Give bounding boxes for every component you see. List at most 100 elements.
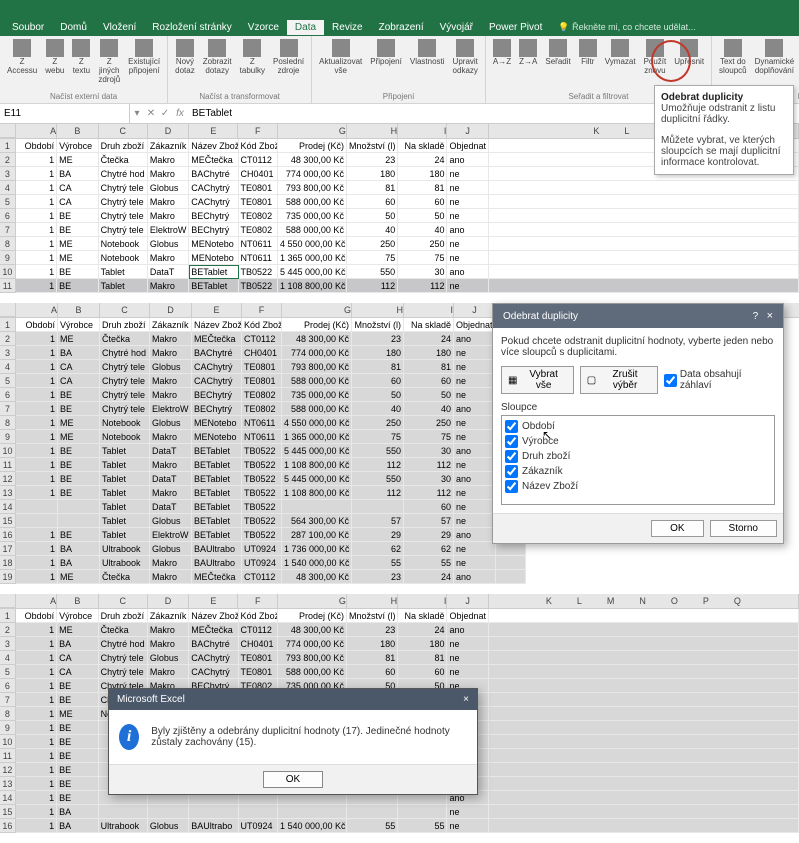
data-cell[interactable]: TE0801 — [242, 360, 282, 374]
data-cell[interactable]: ne — [454, 416, 496, 430]
dialog-close-icon[interactable]: × — [767, 310, 773, 322]
data-cell[interactable]: 1 — [16, 444, 58, 458]
header-cell[interactable]: Objednat — [447, 139, 488, 153]
data-cell[interactable]: 60 — [398, 195, 447, 209]
cancel-icon[interactable]: ✕ — [144, 108, 158, 119]
ribbon-btn-z-tabulky[interactable]: Z tabulky — [237, 38, 268, 77]
ribbon-btn-p-ipojen-[interactable]: Připojení — [367, 38, 405, 77]
data-cell[interactable]: Notebook — [100, 430, 150, 444]
data-cell[interactable]: Chytrý tele — [100, 402, 150, 416]
data-cell[interactable]: BE — [57, 763, 98, 777]
data-cell[interactable]: 735 000,00 Kč — [282, 388, 352, 402]
data-cell[interactable]: ne — [447, 651, 488, 665]
data-cell[interactable]: BE — [57, 279, 98, 293]
data-cell[interactable] — [148, 805, 189, 819]
data-cell[interactable]: Makro — [150, 430, 192, 444]
tell-me-input[interactable]: 💡 Řekněte mi, co chcete udělat... — [550, 20, 703, 35]
data-cell[interactable]: ne — [447, 195, 488, 209]
data-cell[interactable]: BA — [58, 542, 100, 556]
data-cell[interactable]: 588 000,00 Kč — [278, 195, 347, 209]
data-cell[interactable] — [398, 805, 447, 819]
data-cell[interactable]: 1 — [16, 430, 58, 444]
data-cell[interactable]: Tablet — [99, 265, 148, 279]
data-cell[interactable]: 1 — [16, 153, 57, 167]
header-cell[interactable]: Druh zboží — [99, 139, 148, 153]
data-cell[interactable]: TB0522 — [242, 528, 282, 542]
data-cell[interactable]: Makro — [150, 458, 192, 472]
data-cell[interactable]: ne — [454, 388, 496, 402]
data-cell[interactable]: 75 — [347, 251, 398, 265]
data-cell[interactable]: 1 — [16, 237, 57, 251]
unselect-all-button[interactable]: ▢Zrušit výběr — [580, 366, 658, 394]
data-cell[interactable]: BE — [58, 388, 100, 402]
data-cell[interactable]: ne — [454, 500, 496, 514]
data-cell[interactable]: 180 — [347, 637, 398, 651]
data-cell[interactable]: ne — [454, 514, 496, 528]
data-cell[interactable]: Tablet — [100, 528, 150, 542]
data-cell[interactable]: 1 — [16, 402, 58, 416]
data-cell[interactable]: 81 — [347, 181, 398, 195]
header-cell[interactable]: Prodej (Kč) — [278, 609, 347, 623]
data-cell[interactable]: 40 — [398, 223, 447, 237]
data-cell[interactable]: Chytrý tele — [99, 665, 148, 679]
data-cell[interactable]: 1 — [16, 749, 57, 763]
ribbon-btn-a-z[interactable]: A→Z — [490, 38, 514, 77]
data-cell[interactable]: Makro — [148, 623, 189, 637]
data-cell[interactable]: Makro — [150, 556, 192, 570]
data-cell[interactable]: CAChytrý — [189, 181, 238, 195]
data-cell[interactable]: Notebook — [99, 237, 148, 251]
data-cell[interactable]: ME — [58, 570, 100, 584]
data-cell[interactable]: ano — [447, 623, 488, 637]
data-cell[interactable]: MENotebo — [189, 251, 238, 265]
header-cell[interactable]: Kód Zboží — [239, 609, 278, 623]
data-cell[interactable]: Čtečka — [99, 623, 148, 637]
data-cell[interactable]: ne — [447, 665, 488, 679]
data-cell[interactable]: ano — [447, 265, 488, 279]
tab-vývojář[interactable]: Vývojář — [432, 20, 481, 35]
data-cell[interactable]: BE — [57, 693, 98, 707]
data-cell[interactable]: CAChytrý — [192, 360, 242, 374]
data-cell[interactable]: 50 — [347, 209, 398, 223]
data-cell[interactable]: BA — [57, 637, 98, 651]
msgbox-ok-button[interactable]: OK — [263, 771, 323, 788]
data-cell[interactable]: Makro — [148, 637, 189, 651]
data-cell[interactable]: 287 100,00 Kč — [282, 528, 352, 542]
data-cell[interactable]: ne — [447, 637, 488, 651]
data-cell[interactable]: CH0401 — [239, 167, 278, 181]
data-cell[interactable]: BETablet — [192, 444, 242, 458]
data-cell[interactable] — [99, 805, 148, 819]
data-cell[interactable]: 30 — [404, 472, 454, 486]
data-cell[interactable]: 1 — [16, 542, 58, 556]
fx-icon[interactable]: fx — [172, 108, 188, 119]
data-cell[interactable]: 50 — [398, 209, 447, 223]
data-cell[interactable]: 40 — [404, 402, 454, 416]
data-cell[interactable]: Makro — [150, 388, 192, 402]
data-cell[interactable]: 112 — [404, 486, 454, 500]
ok-button[interactable]: OK — [651, 520, 703, 537]
data-cell[interactable]: 1 — [16, 693, 57, 707]
data-cell[interactable]: BETablet — [189, 265, 238, 279]
tab-zobrazení[interactable]: Zobrazení — [371, 20, 432, 35]
header-cell[interactable]: Množství (l) — [352, 318, 404, 332]
tab-power pivot[interactable]: Power Pivot — [481, 20, 550, 35]
data-cell[interactable]: Globus — [148, 819, 189, 833]
data-cell[interactable]: BE — [57, 777, 98, 791]
data-cell[interactable]: TE0802 — [242, 402, 282, 416]
header-cell[interactable]: Objednat — [454, 318, 496, 332]
data-cell[interactable]: 774 000,00 Kč — [282, 346, 352, 360]
data-cell[interactable]: CAChytrý — [192, 374, 242, 388]
data-cell[interactable]: 62 — [352, 542, 404, 556]
data-cell[interactable]: 1 — [16, 332, 58, 346]
data-cell[interactable]: 29 — [404, 528, 454, 542]
data-cell[interactable]: UT0924 — [239, 819, 278, 833]
data-cell[interactable]: ne — [454, 430, 496, 444]
data-cell[interactable]: BETablet — [192, 514, 242, 528]
data-cell[interactable]: TB0522 — [239, 279, 278, 293]
data-cell[interactable]: 793 800,00 Kč — [282, 360, 352, 374]
data-cell[interactable]: TB0522 — [242, 444, 282, 458]
data-cell[interactable]: 250 — [398, 237, 447, 251]
data-cell[interactable]: 48 300,00 Kč — [282, 570, 352, 584]
data-cell[interactable]: 1 — [16, 209, 57, 223]
data-cell[interactable]: ME — [57, 237, 98, 251]
tab-domů[interactable]: Domů — [52, 20, 95, 35]
